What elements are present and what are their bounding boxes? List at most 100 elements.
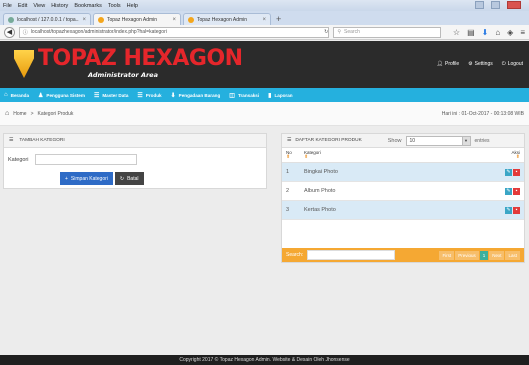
logout-label: Logout — [507, 61, 523, 67]
back-arrow-icon[interactable]: ◀ — [4, 26, 15, 38]
close-tab-icon[interactable]: × — [172, 17, 176, 23]
nav-label: Pengadaan Barang — [178, 92, 221, 98]
favicon-icon — [98, 16, 104, 23]
row-actions: ✎ ▪ — [494, 200, 524, 220]
pagination-first[interactable]: First — [439, 250, 455, 260]
info-icon: ⓘ — [22, 29, 28, 36]
minimize-button[interactable] — [475, 1, 484, 9]
trash-icon[interactable]: ▪ — [513, 168, 520, 176]
browser-tab-admin-active[interactable]: Topaz Hexagon Admin × — [93, 13, 181, 25]
cancel-button[interactable]: ↻ Batal — [114, 172, 144, 185]
column-header-no[interactable]: No ⬍ — [282, 148, 300, 163]
nav-label: Produk — [145, 92, 162, 98]
pagination-next[interactable]: Next — [489, 250, 505, 260]
nav-label: Laporan — [274, 92, 293, 98]
pagination-last[interactable]: Last — [505, 250, 520, 260]
browser-tab-admin[interactable]: Topaz Hexagon Admin × — [183, 13, 271, 25]
tab-label: Topaz Hexagon Admin — [197, 16, 248, 23]
site-footer: Copyright 2017 © Topaz Hexagon Admin. We… — [0, 355, 529, 365]
column-header-aksi[interactable]: Aksi ⬍ — [494, 148, 524, 163]
nav-pengguna-sistem[interactable]: ♟ Pengguna Sistem — [38, 92, 85, 99]
reload-icon[interactable]: ↻ — [324, 29, 328, 35]
browser-toolbar-icons: ☆ ▤ ⬇ ⌂ ◈ ≡ — [453, 28, 525, 37]
row-number: 2 — [282, 181, 300, 201]
download-icon[interactable]: ⬇ — [482, 28, 489, 37]
header-links: 👤︎ Profile ⚙ Settings ⏻ Logout — [437, 61, 523, 67]
edit-icon[interactable]: ✎ — [505, 187, 512, 195]
nav-label: Master Data — [102, 92, 129, 98]
menu-bookmarks[interactable]: Bookmarks — [74, 3, 102, 9]
row-number: 1 — [282, 162, 300, 182]
close-tab-icon[interactable]: × — [262, 17, 266, 23]
nav-label: Transaksi — [237, 92, 260, 98]
pagination-page-current[interactable]: 1 — [479, 250, 489, 260]
category-table: No ⬍ Kategori ⬍ Aksi ⬍ 1 Bingkai Photo ✎ ▪ 2… — [282, 148, 524, 220]
browser-tab-bar: localhost / 127.0.0.1 / topa... × Topaz … — [0, 11, 529, 25]
refresh-icon: ↻ — [119, 175, 125, 182]
logo-title[interactable]: TOPAZ HEXAGON — [38, 47, 243, 71]
menu-history[interactable]: History — [51, 3, 68, 9]
shield-icon[interactable]: ◈ — [507, 28, 513, 37]
edit-icon[interactable]: ✎ — [505, 168, 512, 176]
tab-label: localhost / 127.0.0.1 / topa... — [17, 16, 80, 23]
pagination-previous[interactable]: Previous — [455, 250, 479, 260]
nav-beranda[interactable]: ⌂ Beranda — [4, 92, 29, 98]
home-icon[interactable]: ⌂ — [495, 28, 500, 37]
browser-tab-phpmyadmin[interactable]: localhost / 127.0.0.1 / topa... × — [3, 13, 91, 25]
home-icon: ⌂ — [4, 92, 8, 98]
table-search-input[interactable] — [307, 250, 396, 260]
trash-icon[interactable]: ▪ — [513, 187, 520, 195]
browser-nav-bar: ◀ ⓘ localhost/topazhexagon/administrator… — [0, 25, 529, 40]
clipboard-icon[interactable]: ▤ — [467, 28, 475, 37]
panel-title: DAFTAR KATEGORI PRODUK — [295, 138, 362, 143]
maximize-button[interactable] — [491, 1, 500, 9]
edit-icon[interactable]: ✎ — [505, 206, 512, 214]
breadcrumb-separator: > — [30, 110, 34, 117]
panel-header: ☰ TAMBAH KATEGORI — [4, 134, 266, 148]
breadcrumb-home[interactable]: Home — [13, 111, 26, 117]
trash-icon[interactable]: ▪ — [513, 206, 520, 214]
table-footer: Search: First Previous 1 Next Last — [282, 248, 524, 262]
menu-file[interactable]: File — [3, 3, 12, 9]
address-bar[interactable]: ⓘ localhost/topazhexagon/administrator/i… — [18, 26, 330, 38]
nav-laporan[interactable]: ▮ Laporan — [268, 92, 292, 99]
row-number: 3 — [282, 200, 300, 220]
save-category-button[interactable]: + Simpan Kategori — [60, 172, 113, 185]
settings-link[interactable]: ⚙ Settings — [468, 61, 493, 67]
menu-tools[interactable]: Tools — [108, 3, 121, 9]
table-header-row: No ⬍ Kategori ⬍ Aksi ⬍ — [282, 148, 524, 163]
star-icon[interactable]: ☆ — [453, 28, 460, 37]
cart-icon: ◫ — [229, 92, 235, 99]
logout-link[interactable]: ⏻ Logout — [502, 61, 523, 67]
profile-link[interactable]: 👤︎ Profile — [437, 61, 460, 67]
browser-menu-bar: File Edit View History Bookmarks Tools H… — [0, 0, 529, 11]
row-category: Bingkai Photo — [300, 162, 494, 182]
close-window-button[interactable] — [507, 1, 521, 9]
category-input[interactable] — [34, 154, 137, 165]
row-actions: ✎ ▪ — [494, 181, 524, 201]
nav-master-data[interactable]: ☰ Master Data — [94, 92, 128, 99]
nav-pengadaan-barang[interactable]: ⬇ Pengadaan Barang — [171, 92, 221, 99]
column-header-kategori[interactable]: Kategori ⬍ — [300, 148, 494, 163]
nav-produk[interactable]: ☰ Produk — [137, 92, 161, 99]
user-icon: 👤︎ — [436, 61, 443, 67]
nav-transaksi[interactable]: ◫ Transaksi — [229, 92, 259, 99]
menu-help[interactable]: Help — [127, 3, 138, 9]
menu-edit[interactable]: Edit — [18, 3, 27, 9]
panel-title: TAMBAH KATEGORI — [19, 138, 65, 143]
close-tab-icon[interactable]: × — [82, 17, 86, 23]
breadcrumb-bar: ⌂ Home > Kategori Produk Hari ini : 01-O… — [0, 102, 529, 126]
browser-search-box[interactable]: ⚲ Search — [333, 26, 441, 38]
row-category: Kertas Photo — [300, 200, 494, 220]
menu-view[interactable]: View — [33, 3, 45, 9]
new-tab-button[interactable]: + — [276, 14, 281, 24]
home-icon[interactable]: ⌂ — [5, 110, 9, 117]
category-form-row: Kategori — [8, 154, 137, 165]
power-icon: ⏻ — [501, 61, 506, 67]
save-label: Simpan Kategori — [70, 175, 108, 182]
hamburger-menu-icon[interactable]: ≡ — [520, 28, 525, 37]
entries-select[interactable]: 10 ▼ — [405, 135, 471, 146]
breadcrumb: ⌂ Home > Kategori Produk — [5, 110, 73, 117]
logo-subtitle: Administrator Area — [88, 71, 158, 79]
show-label: Show — [387, 137, 402, 144]
